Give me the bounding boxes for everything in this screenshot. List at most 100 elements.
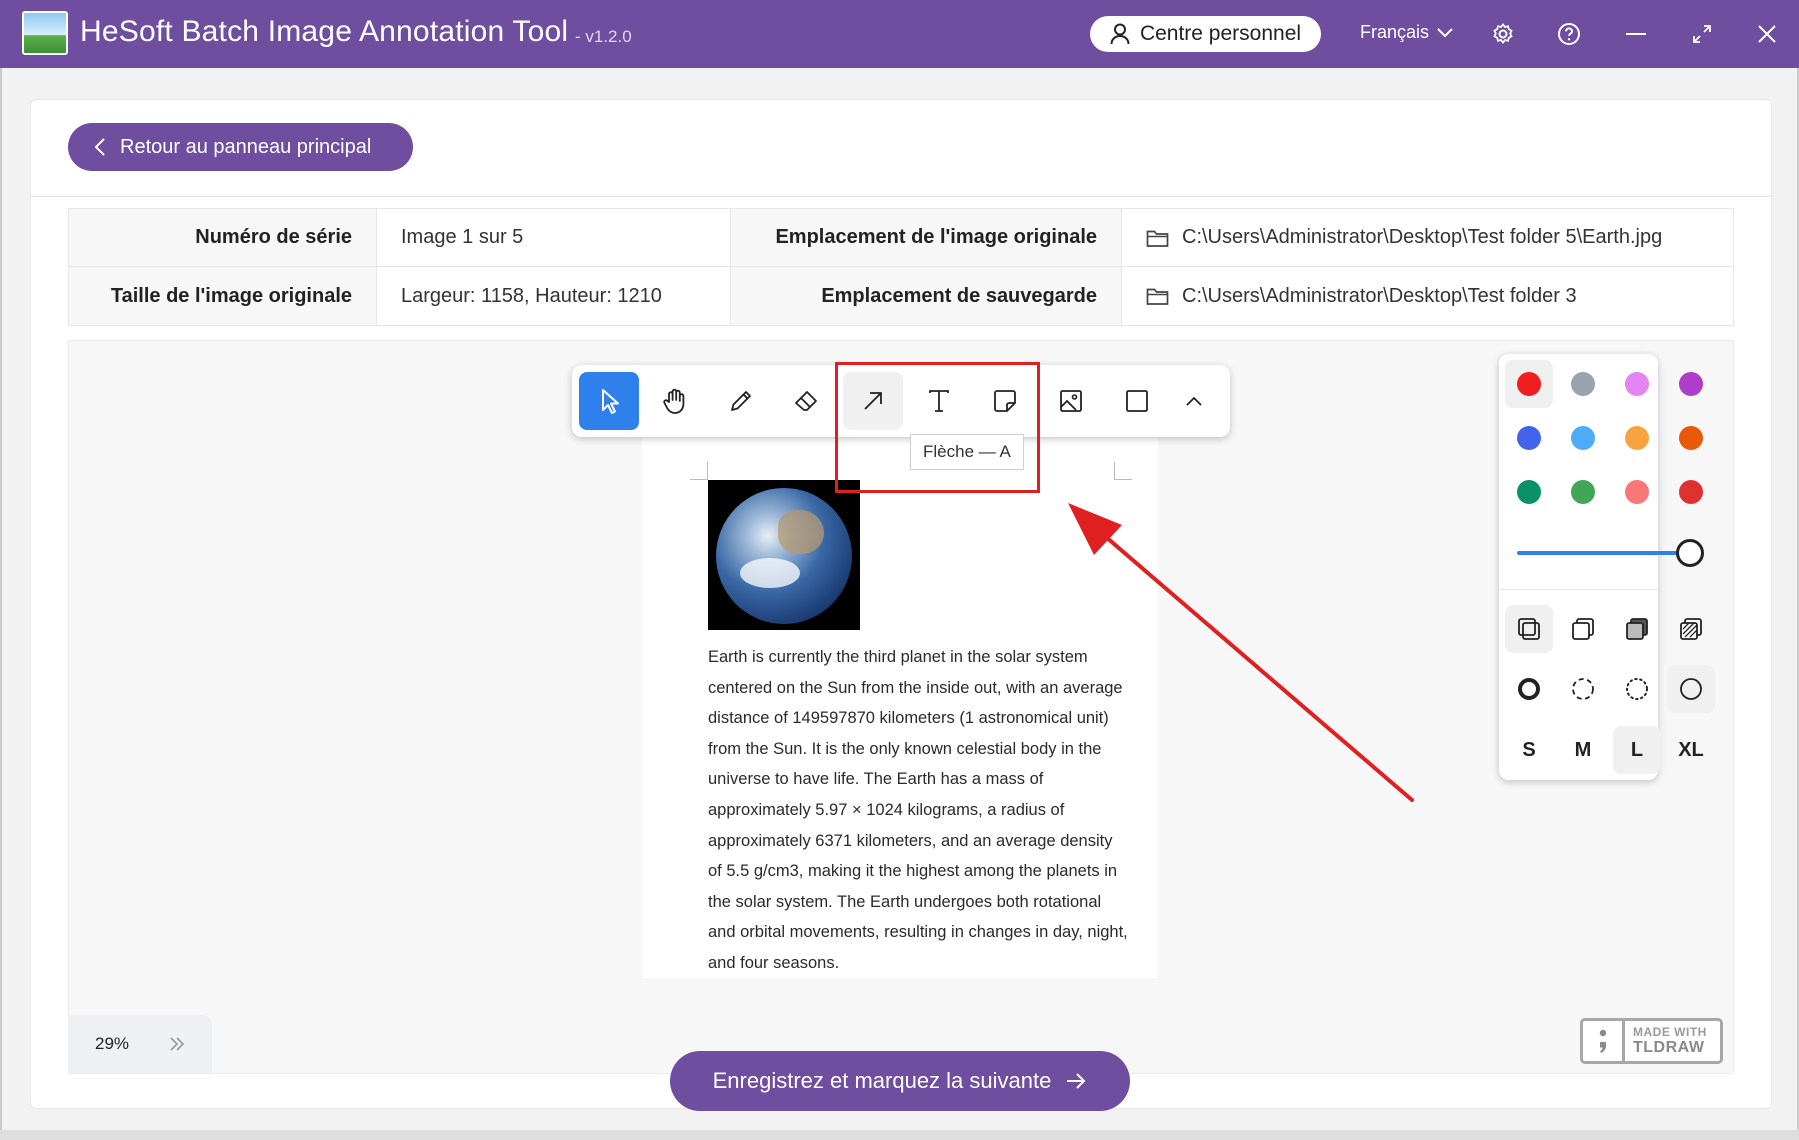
header-divider: [30, 196, 1772, 197]
save-and-next-label: Enregistrez et marquez la suivante: [712, 1068, 1052, 1093]
chevron-left-icon: [94, 138, 106, 156]
dash-draw-button[interactable]: [1505, 665, 1553, 713]
window-bottom-edge: [0, 1130, 1799, 1140]
serial-label: Numéro de série: [69, 209, 376, 267]
size-label: Taille de l'image originale: [69, 267, 376, 325]
help-icon[interactable]: [1555, 20, 1583, 48]
color-blue-button[interactable]: [1505, 414, 1553, 462]
more-tools-button[interactable]: [1165, 372, 1223, 430]
size-m-button[interactable]: M: [1559, 726, 1607, 774]
fill-semi-button[interactable]: [1559, 605, 1607, 653]
color-orange-button[interactable]: [1667, 414, 1715, 462]
dash-solid-button[interactable]: [1667, 665, 1715, 713]
color-green-button[interactable]: [1505, 468, 1553, 516]
dash-dashed-button[interactable]: [1559, 665, 1607, 713]
user-icon: [1110, 23, 1130, 45]
color-dot: [1517, 480, 1541, 504]
image-tool-button[interactable]: [1041, 372, 1101, 430]
app-title: HeSoft Batch Image Annotation Tool: [80, 15, 569, 48]
fill-none-button[interactable]: [1505, 605, 1553, 653]
image-icon: [1058, 388, 1084, 414]
red-arrow-annotation[interactable]: [1060, 495, 1420, 805]
color-violet-button[interactable]: [1667, 360, 1715, 408]
folder-icon: [1146, 286, 1170, 306]
fill-semi-icon: [1570, 616, 1596, 642]
color-dot: [1625, 426, 1649, 450]
account-label: Centre personnel: [1139, 22, 1302, 45]
minimize-icon[interactable]: [1622, 20, 1650, 48]
size-value: Largeur: 1158, Hauteur: 1210: [376, 267, 730, 325]
cursor-icon: [596, 387, 622, 415]
serial-value: Image 1 sur 5: [376, 209, 730, 267]
color-grey-button[interactable]: [1559, 360, 1607, 408]
color-light-green-button[interactable]: [1559, 468, 1607, 516]
language-label: Français: [1360, 22, 1430, 42]
fill-pattern-button[interactable]: [1667, 605, 1715, 653]
size-l-button[interactable]: L: [1613, 726, 1661, 774]
selection-corner-top-left: [690, 462, 708, 480]
language-select[interactable]: Français: [1360, 22, 1453, 43]
window-edge-left: [0, 68, 2, 1130]
rectangle-icon: [1124, 388, 1150, 414]
dash-dotted-button[interactable]: [1613, 665, 1661, 713]
color-light-red-button[interactable]: [1613, 468, 1661, 516]
zoom-control[interactable]: 29%: [68, 1015, 212, 1073]
original-location-value[interactable]: C:\Users\Administrator\Desktop\Test fold…: [1121, 209, 1733, 267]
close-icon[interactable]: [1753, 20, 1781, 48]
color-dot: [1679, 480, 1703, 504]
eraser-tool-button[interactable]: [777, 372, 837, 430]
dash-dashed-icon: [1570, 676, 1596, 702]
size-xl-button[interactable]: XL: [1667, 726, 1715, 774]
opacity-slider-track[interactable]: [1517, 551, 1690, 555]
size-s-button[interactable]: S: [1505, 726, 1553, 774]
select-tool-button[interactable]: [579, 372, 639, 430]
made-with-tldraw-badge[interactable]: MADE WITH TLDRAW: [1580, 1018, 1723, 1064]
color-yellow-button[interactable]: [1613, 414, 1661, 462]
eraser-icon: [793, 388, 821, 414]
double-chevron-right-icon[interactable]: [169, 1037, 185, 1051]
color-dot: [1679, 372, 1703, 396]
color-dot: [1625, 372, 1649, 396]
hand-icon: [660, 386, 690, 416]
pencil-icon: [728, 388, 754, 414]
dash-solid-icon: [1678, 676, 1704, 702]
color-red-button[interactable]: [1505, 360, 1553, 408]
color-dark-red-button[interactable]: [1667, 468, 1715, 516]
opacity-slider-thumb[interactable]: [1676, 539, 1704, 567]
save-and-next-button[interactable]: Enregistrez et marquez la suivante: [670, 1051, 1130, 1111]
color-light-violet-button[interactable]: [1613, 360, 1661, 408]
red-highlight-box: [835, 362, 1040, 493]
dash-draw-icon: [1516, 676, 1542, 702]
style-panel-divider: [1499, 589, 1658, 590]
app-version: - v1.2.0: [575, 27, 632, 46]
arrow-right-icon: [1065, 1072, 1087, 1090]
rectangle-tool-button[interactable]: [1107, 372, 1167, 430]
original-location-label: Emplacement de l'image originale: [730, 209, 1121, 267]
fill-pattern-icon: [1678, 616, 1704, 642]
tldraw-badge-line2: TLDRAW: [1633, 1039, 1705, 1056]
chevron-down-icon: [1437, 27, 1453, 38]
color-dot: [1571, 372, 1595, 396]
color-dot: [1571, 480, 1595, 504]
draw-tool-button[interactable]: [711, 372, 771, 430]
tldraw-badge-text: MADE WITH TLDRAW: [1633, 1025, 1707, 1057]
account-button[interactable]: Centre personnel: [1090, 16, 1321, 52]
original-location-path: C:\Users\Administrator\Desktop\Test fold…: [1182, 226, 1663, 248]
tldraw-logo-icon: [1583, 1021, 1625, 1061]
title-bar: HeSoft Batch Image Annotation Tool - v1.…: [0, 0, 1799, 68]
tldraw-badge-line1: MADE WITH: [1633, 1025, 1707, 1039]
save-location-label: Emplacement de sauvegarde: [730, 267, 1121, 325]
gear-icon[interactable]: [1489, 20, 1517, 48]
earth-photo: [708, 480, 860, 630]
color-light-blue-button[interactable]: [1559, 414, 1607, 462]
color-dot: [1517, 372, 1541, 396]
hand-tool-button[interactable]: [645, 372, 705, 430]
fill-solid-button[interactable]: [1613, 605, 1661, 653]
color-dot: [1625, 480, 1649, 504]
back-button-label: Retour au panneau principal: [120, 135, 372, 158]
earth-globe: [716, 488, 852, 624]
maximize-icon[interactable]: [1688, 20, 1716, 48]
save-location-value[interactable]: C:\Users\Administrator\Desktop\Test fold…: [1121, 267, 1733, 325]
back-button[interactable]: Retour au panneau principal: [68, 123, 413, 171]
app-logo: [22, 11, 68, 55]
